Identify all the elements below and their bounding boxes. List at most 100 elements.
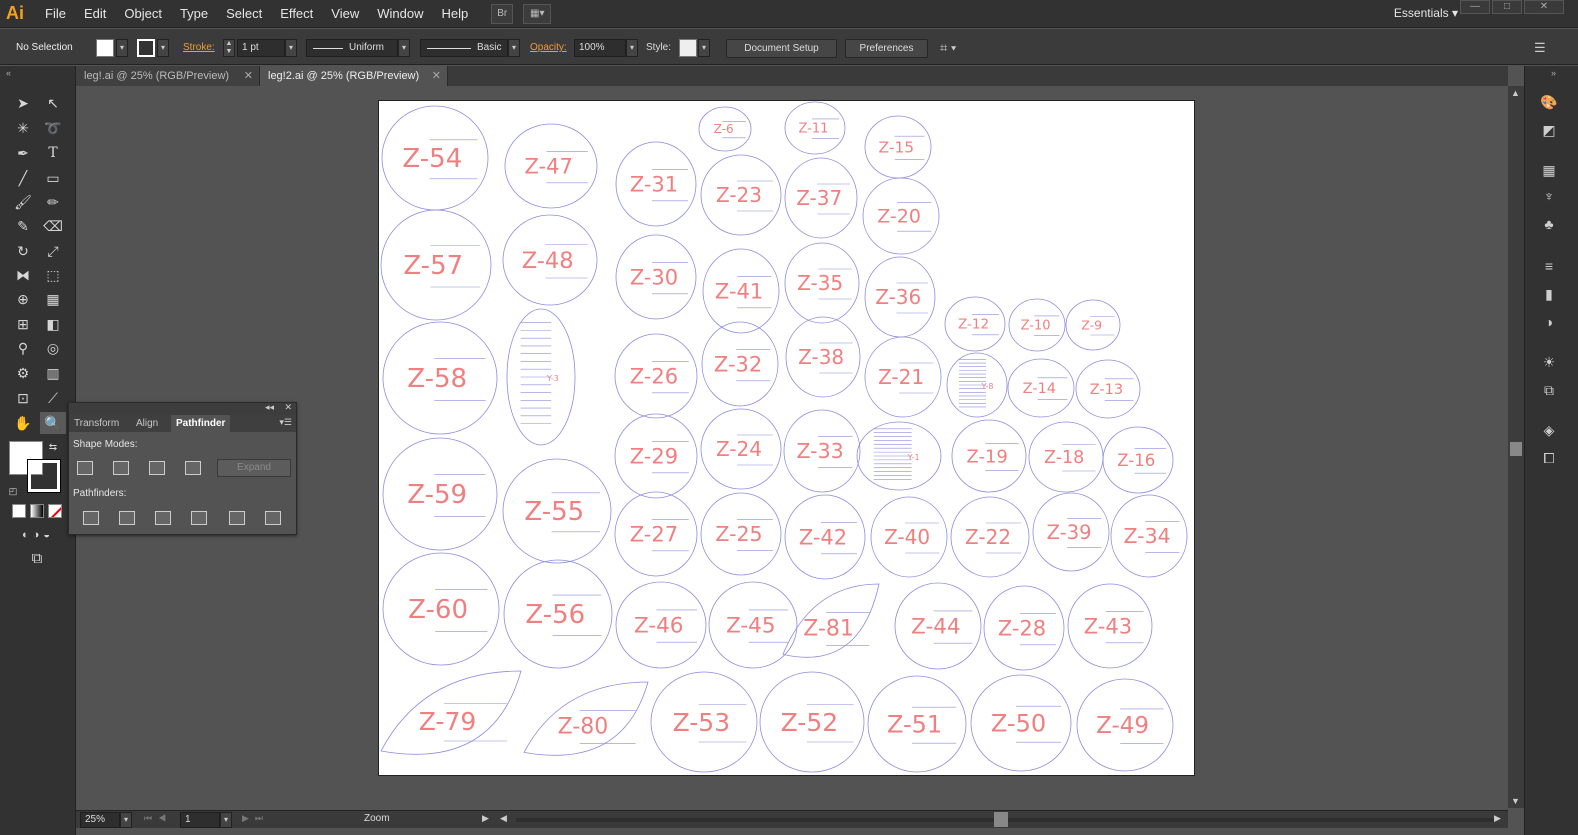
menu-select[interactable]: Select [217, 0, 271, 28]
artboard[interactable]: Z-54 Z-47 Z-6 Z-11 Z-15 Z-31 Z-23 Z-37 Z-20 Z-57 Z… [378, 100, 1195, 776]
pattern-piece[interactable]: Z-49 [1076, 678, 1174, 772]
pattern-piece[interactable]: Z-25 [700, 492, 782, 576]
opacity-label[interactable]: Opacity: [530, 39, 567, 57]
color-mode-icon[interactable] [12, 504, 26, 518]
menu-object[interactable]: Object [115, 0, 171, 28]
pattern-piece[interactable]: Z-48 [502, 214, 598, 306]
blend-tool-icon[interactable]: ◎ [40, 337, 66, 359]
eyedropper-tool-icon[interactable]: ⚲ [10, 337, 36, 359]
transparency-icon[interactable]: ◑ [1539, 312, 1559, 332]
brush-definition[interactable]: Basic [420, 39, 508, 57]
style-swatch[interactable] [679, 39, 697, 57]
tab-pathfinder[interactable]: Pathfinder [171, 415, 231, 432]
minus-back-icon[interactable] [265, 511, 281, 525]
menu-view[interactable]: View [322, 0, 368, 28]
zoom-dropdown-icon[interactable]: ▾ [120, 812, 132, 828]
paintbrush-tool-icon[interactable]: 🖌 [10, 191, 36, 213]
minus-front-icon[interactable] [113, 461, 129, 475]
pattern-piece[interactable]: Y-8 [946, 352, 1008, 418]
fill-swatch[interactable] [96, 39, 114, 57]
pattern-piece[interactable]: Z-35 [784, 242, 860, 324]
pattern-piece[interactable]: Z-39 [1032, 492, 1110, 572]
scroll-left-icon[interactable]: ◀ [500, 813, 507, 824]
menu-help[interactable]: Help [432, 0, 477, 28]
pattern-piece[interactable]: Z-10 [1008, 298, 1066, 352]
pattern-piece[interactable]: Z-59 [382, 437, 498, 551]
rectangle-tool-icon[interactable]: ▭ [40, 167, 66, 189]
stroke-weight-field[interactable]: 1 pt [237, 39, 285, 57]
pattern-piece[interactable]: Z-56 [503, 559, 613, 669]
pattern-piece[interactable]: Z-43 [1067, 583, 1153, 669]
next-last-artboard-icon[interactable]: ▶⏭ [242, 813, 269, 824]
scroll-right-icon[interactable]: ▶ [1494, 813, 1501, 824]
first-prev-artboard-icon[interactable]: ⏮◀ [144, 813, 172, 824]
close-panel-icon[interactable]: ✕ [284, 402, 292, 413]
swap-colors-icon[interactable]: ⇆ [46, 437, 60, 459]
pen-tool-icon[interactable]: ✒ [10, 142, 36, 164]
brush-dropdown-icon[interactable]: ▾ [508, 39, 520, 57]
pattern-piece[interactable]: Z-41 [702, 248, 780, 334]
pattern-piece[interactable]: Z-44 [894, 582, 982, 670]
pattern-piece[interactable]: Z-53 [650, 671, 758, 773]
pattern-piece[interactable]: Z-37 [784, 157, 858, 239]
width-tool-icon[interactable]: ⧓ [10, 264, 36, 286]
gradient-tool-icon[interactable]: ◧ [40, 313, 66, 335]
gradient-panel-icon[interactable]: ▮ [1539, 284, 1559, 304]
arrange-documents-button[interactable]: ▦▾ [523, 3, 552, 24]
pencil-tool-icon[interactable]: ✏ [40, 191, 66, 213]
outline-icon[interactable] [229, 511, 245, 525]
pattern-piece[interactable]: Z-38 [785, 316, 861, 398]
stroke-swatch[interactable] [137, 39, 155, 57]
unite-icon[interactable] [77, 461, 93, 475]
divide-icon[interactable] [83, 511, 99, 525]
pattern-piece[interactable]: Z-11 [784, 101, 846, 155]
pattern-piece[interactable]: Z-40 [870, 496, 948, 578]
symbol-sprayer-tool-icon[interactable]: ⚙ [10, 362, 36, 384]
stroke-color-swatch[interactable] [28, 460, 60, 492]
profile-dropdown-icon[interactable]: ▾ [398, 39, 410, 57]
pattern-piece[interactable]: Z-28 [983, 585, 1065, 671]
pattern-piece[interactable]: Z-9 [1065, 299, 1121, 351]
layers-icon[interactable]: ◈ [1539, 420, 1559, 440]
pattern-piece[interactable]: Z-13 [1075, 359, 1141, 419]
close-icon[interactable]: ✕ [244, 66, 253, 86]
default-colors-icon[interactable]: ◰ [6, 480, 20, 502]
panel-menu-icon[interactable]: ☰ [1534, 39, 1546, 57]
pattern-piece[interactable]: Z-24 [700, 408, 782, 490]
crop-icon[interactable] [191, 511, 207, 525]
direct-selection-tool-icon[interactable]: ↖ [40, 92, 66, 114]
expand-dock-icon[interactable]: » [1551, 68, 1556, 78]
variable-width-profile[interactable]: Uniform [306, 39, 398, 57]
pattern-piece[interactable]: Z-55 [502, 458, 612, 564]
pattern-piece[interactable]: Z-46 [615, 581, 707, 669]
stroke-weight-dropdown-icon[interactable]: ▾ [285, 39, 297, 57]
pattern-piece[interactable]: Z-57 [380, 209, 492, 321]
artboards-icon[interactable]: ⧠ [1539, 448, 1559, 468]
drawing-modes-icon[interactable]: ◐◑◒ [10, 524, 66, 546]
artboard-number-field[interactable]: 1 [180, 812, 220, 828]
vertical-scroll-thumb[interactable] [1510, 442, 1522, 456]
collapse-panel-icon[interactable]: ◂◂ [265, 402, 274, 413]
artboard-tool-icon[interactable]: ⊡ [10, 387, 36, 409]
pattern-piece[interactable]: Z-58 [382, 321, 498, 435]
pattern-piece[interactable]: Z-32 [701, 321, 779, 407]
pattern-piece[interactable]: Z-45 [708, 581, 798, 669]
graphic-styles-icon[interactable]: ⧉ [1539, 380, 1559, 400]
none-mode-icon[interactable] [48, 504, 62, 518]
type-tool-icon[interactable]: T [40, 142, 66, 164]
hand-tool-icon[interactable]: ✋ [10, 412, 36, 434]
tab-transform[interactable]: Transform [69, 415, 124, 432]
swatches-icon[interactable]: ▦ [1539, 160, 1559, 180]
pattern-piece[interactable]: Z-27 [614, 491, 698, 577]
zoom-level-field[interactable]: 25% [80, 812, 120, 828]
gradient-mode-icon[interactable] [30, 504, 44, 518]
screen-mode-icon[interactable]: ⧉ [24, 548, 50, 570]
merge-icon[interactable] [155, 511, 171, 525]
blob-brush-tool-icon[interactable]: ✎ [10, 215, 36, 237]
pattern-piece[interactable]: Y-1 [856, 421, 942, 491]
fill-dropdown-icon[interactable]: ▾ [116, 39, 128, 57]
pattern-piece[interactable]: Z-80 [523, 681, 649, 756]
pattern-piece[interactable]: Z-50 [970, 674, 1072, 772]
scroll-up-icon[interactable]: ▲ [1511, 88, 1520, 98]
pattern-piece[interactable]: Z-47 [504, 123, 598, 209]
